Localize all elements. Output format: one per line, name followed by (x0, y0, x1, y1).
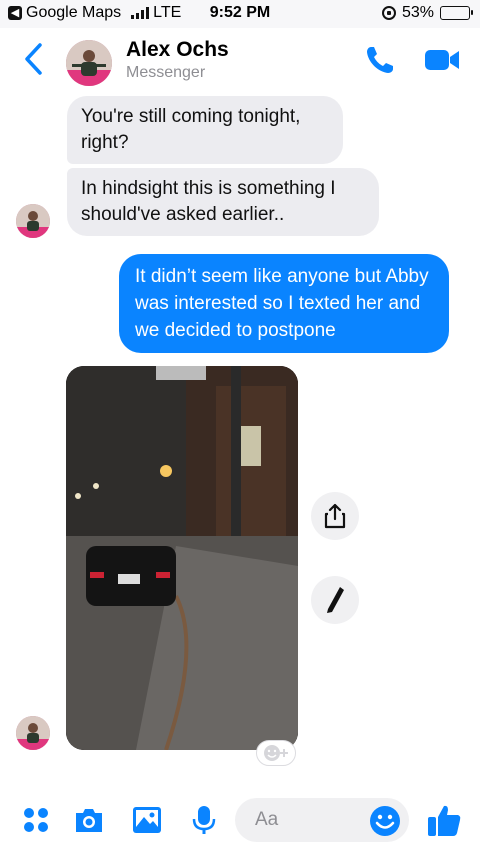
battery-percent: 53% (401, 4, 434, 21)
status-right: 53% (381, 4, 473, 22)
incoming-message-bubble[interactable]: In hindsight this is something I should'… (67, 168, 379, 236)
photo-message[interactable] (66, 366, 298, 750)
outgoing-message-bubble[interactable]: It didn’t seem like anyone but Abby was … (119, 254, 449, 353)
edit-photo-button[interactable] (311, 576, 359, 624)
photo-gallery-icon[interactable] (131, 804, 163, 836)
battery-icon (440, 6, 473, 20)
status-bar: ◀ Google Maps LTE 9:52 PM 53% (0, 0, 480, 28)
rotation-lock-icon (381, 6, 396, 20)
share-photo-button[interactable] (311, 492, 359, 540)
street-photo (66, 366, 298, 750)
phone-call-button[interactable] (364, 44, 396, 76)
microphone-icon[interactable] (188, 804, 220, 836)
add-reaction-icon (264, 745, 288, 761)
conversation-header: Alex Ochs Messenger (0, 28, 480, 92)
video-call-button[interactable] (424, 48, 460, 72)
contact-avatar-small[interactable] (16, 204, 50, 238)
message-composer (0, 786, 480, 854)
pencil-icon (327, 587, 344, 613)
share-icon (324, 503, 346, 529)
back-button[interactable] (22, 42, 44, 76)
add-reaction-button[interactable] (256, 740, 296, 766)
contact-avatar[interactable] (66, 40, 112, 86)
grid-dots-icon[interactable] (20, 804, 52, 836)
camera-icon[interactable] (73, 804, 105, 836)
thumbs-up-icon[interactable] (426, 802, 462, 838)
contact-avatar-small[interactable] (16, 716, 50, 750)
emoji-icon[interactable] (369, 805, 401, 837)
contact-subtitle: Messenger (126, 64, 206, 81)
contact-name[interactable]: Alex Ochs (126, 38, 229, 62)
incoming-message-bubble[interactable]: You're still coming tonight, right? (67, 96, 343, 164)
